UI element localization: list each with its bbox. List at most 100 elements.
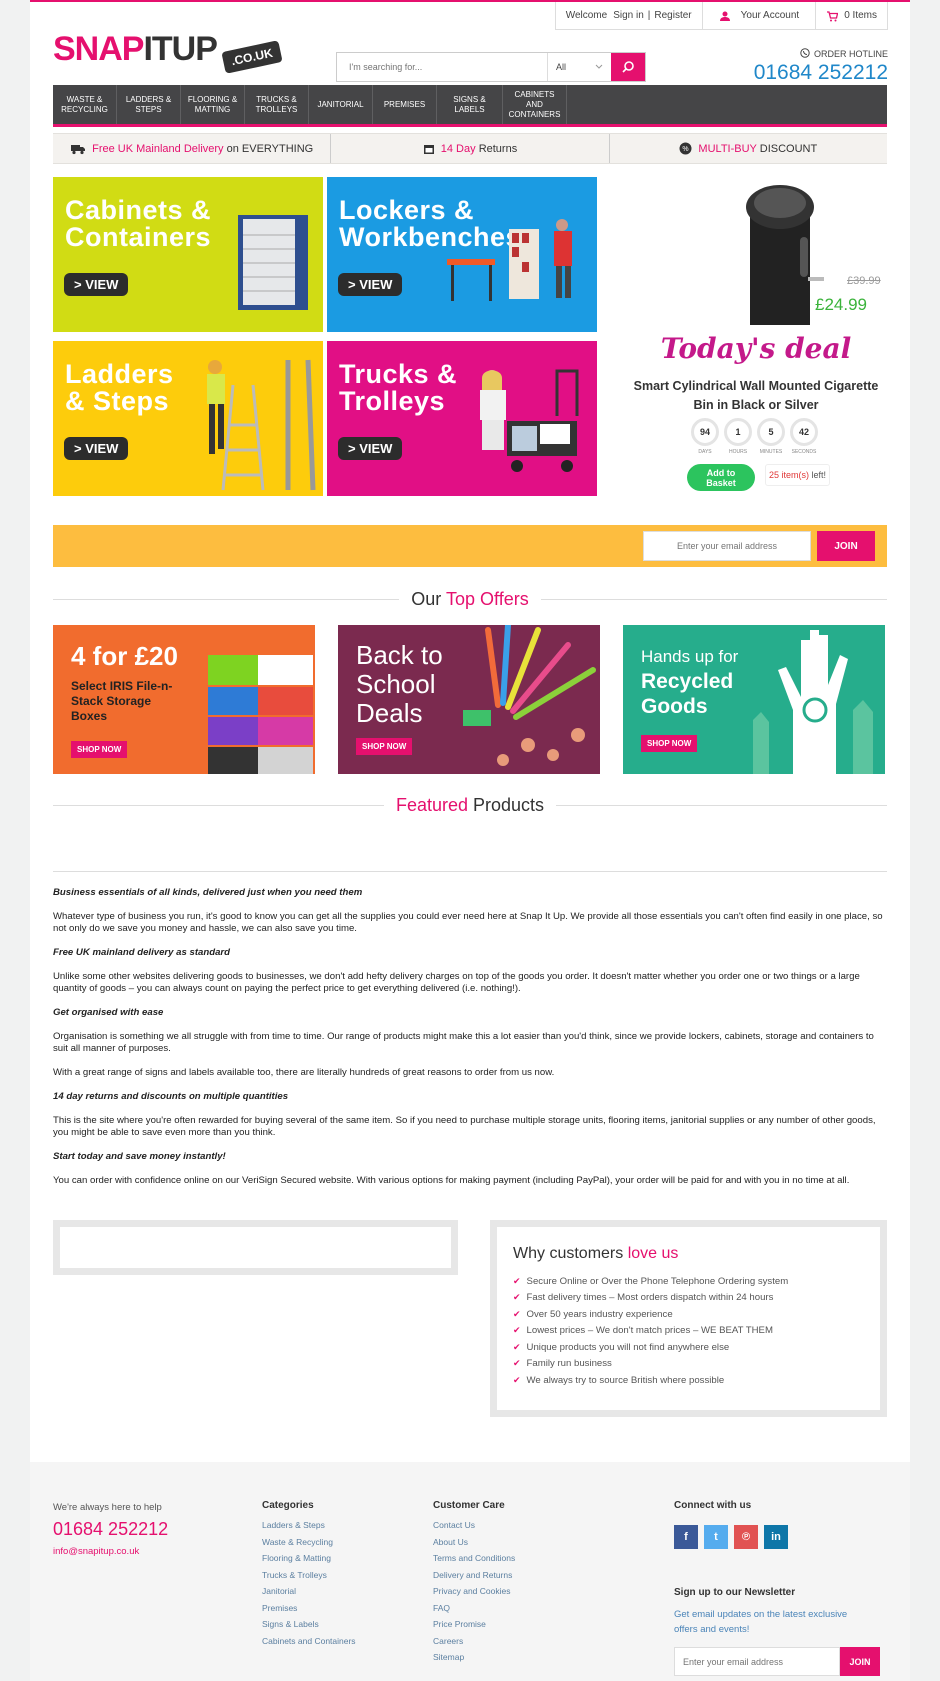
footer-link[interactable]: About Us [433, 1537, 515, 1554]
offer-recycled-goods[interactable]: Hands up for Recycled Goods SHOP NOW [623, 625, 885, 774]
signup-text-line2: offers and events! [674, 1624, 750, 1635]
category-tile-lockers[interactable]: Lockers & Workbenches > VIEW [327, 177, 597, 332]
footer-phone[interactable]: 01684 252212 [53, 1519, 168, 1540]
cabinet-image [238, 215, 308, 310]
newsletter-email-input[interactable] [643, 531, 811, 561]
nav-item-ladders-steps[interactable]: LADDERS & STEPS [117, 85, 181, 124]
category-tile-ladders[interactable]: Ladders & Steps > VIEW [53, 341, 323, 496]
footer-link[interactable]: Waste & Recycling [262, 1537, 356, 1554]
footer-link[interactable]: Ladders & Steps [262, 1520, 356, 1537]
nav-item-cabinets-containers[interactable]: CABINETS AND CONTAINERS [503, 85, 567, 124]
footer-email-input[interactable] [674, 1647, 840, 1676]
countdown-label: SECONDS [791, 449, 817, 455]
register-link[interactable]: Register [654, 10, 691, 21]
deal-countdown: 94 DAYS 1 HOURS 5 MINUTES 42 SECONDS [691, 418, 818, 455]
list-item: ✔ Over 50 years industry experience [513, 1306, 864, 1323]
why-item-text: Lowest prices – We don't match prices – … [526, 1325, 773, 1337]
category-tile-cabinets[interactable]: Cabinets & Containers > VIEW [53, 177, 323, 332]
offer-back-to-school[interactable]: Back to School Deals SHOP NOW [338, 625, 600, 774]
add-label-line2: Basket [706, 478, 736, 488]
shop-now-button[interactable]: SHOP NOW [356, 738, 413, 755]
countdown-seconds: 42 [790, 418, 818, 446]
view-button[interactable]: > VIEW [64, 273, 129, 296]
footer-link[interactable]: FAQ [433, 1603, 515, 1620]
search-button[interactable] [611, 53, 645, 81]
logo-text-itup: ITUP [143, 30, 217, 68]
search-category-select[interactable]: All [547, 53, 611, 81]
add-to-basket-button[interactable]: Add to Basket [687, 464, 755, 491]
view-button[interactable]: > VIEW [338, 273, 403, 296]
why-item-text: Unique products you will not find anywhe… [526, 1341, 730, 1353]
search-bar: All [336, 52, 646, 82]
nav-item-signs-labels[interactable]: SIGNS & LABELS [437, 85, 503, 124]
nav-label: PREMISES [383, 99, 426, 109]
list-item: ✔ Family run business [513, 1356, 864, 1373]
category-tile-trucks[interactable]: Trucks & Trolleys > VIEW [327, 341, 597, 496]
your-account-link[interactable]: Your Account [701, 2, 816, 30]
nav-label-line2: CONTAINERS [508, 109, 561, 119]
footer-link[interactable]: Delivery and Returns [433, 1570, 515, 1587]
footer-link[interactable]: Premises [262, 1603, 356, 1620]
footer-link[interactable]: Flooring & Matting [262, 1553, 356, 1570]
hotline-number[interactable]: 01684 252212 [754, 61, 888, 85]
nav-item-janitorial[interactable]: JANITORIAL [309, 85, 373, 124]
nav-label-line1: FLOORING & [187, 94, 238, 104]
shop-now-button[interactable]: SHOP NOW [641, 735, 698, 752]
footer-signup-form: JOIN [674, 1647, 880, 1676]
footer-link[interactable]: Sitemap [433, 1652, 515, 1669]
order-hotline: ORDER HOTLINE 01684 252212 [754, 48, 888, 85]
footer-link[interactable]: Cabinets and Containers [262, 1636, 356, 1653]
todays-deal: £39.99 £24.99 Today's deal Smart Cylindr… [625, 177, 887, 502]
facebook-icon[interactable]: f [674, 1525, 698, 1549]
copy-paragraph: You can order with confidence online on … [53, 1175, 850, 1186]
footer-join-button[interactable]: JOIN [840, 1647, 880, 1676]
heading-word: Products [473, 794, 545, 815]
check-icon: ✔ [513, 1341, 521, 1352]
seo-copy: Business essentials of all kinds, delive… [53, 887, 887, 1199]
nav-item-trucks-trolleys[interactable]: TRUCKS & TROLLEYS [245, 85, 309, 124]
footer-email[interactable]: info@snapitup.co.uk [53, 1546, 168, 1557]
footer-link[interactable]: Janitorial [262, 1586, 356, 1603]
view-button[interactable]: > VIEW [338, 437, 403, 460]
nav-item-waste-recycling[interactable]: WASTE & RECYCLING [53, 85, 117, 124]
footer-link[interactable]: Trucks & Trolleys [262, 1570, 356, 1587]
check-icon: ✔ [513, 1358, 521, 1369]
twitter-icon[interactable]: t [704, 1525, 728, 1549]
footer-link[interactable]: Price Promise [433, 1619, 515, 1636]
sign-in-link[interactable]: Sign in [613, 10, 644, 21]
footer-link[interactable]: Contact Us [433, 1520, 515, 1537]
usp-delivery-text: on EVERYTHING [226, 142, 314, 155]
offer-storage-boxes[interactable]: 4 for £20 Select IRIS File-n- Stack Stora… [53, 625, 315, 774]
hotline-label: ORDER HOTLINE [813, 49, 888, 59]
site-logo[interactable]: SNAPITUP .CO.UK [53, 30, 283, 82]
linkedin-icon[interactable]: in [764, 1525, 788, 1549]
your-account-label: Your Account [740, 10, 800, 21]
search-input[interactable] [337, 53, 547, 81]
footer-link[interactable]: Terms and Conditions [433, 1553, 515, 1570]
nav-item-premises[interactable]: PREMISES [373, 85, 437, 124]
footer-link[interactable]: Privacy and Cookies [433, 1586, 515, 1603]
tile-title-line2: & Steps [65, 386, 170, 416]
main-nav: WASTE & RECYCLING LADDERS & STEPS FLOORING… [53, 85, 887, 127]
copy-paragraph: Unlike some other websites delivering go… [53, 971, 860, 994]
countdown-days: 94 [691, 418, 719, 446]
list-item: ✔ We always try to source British where p… [513, 1372, 864, 1389]
cart-icon [827, 10, 839, 21]
nav-item-flooring-matting[interactable]: FLOORING & MATTING [181, 85, 245, 124]
usp-bar: Free UK Mainland Delivery on EVERYTHING … [53, 133, 887, 164]
deal-old-price: £39.99 [847, 275, 881, 287]
pinterest-icon[interactable]: ℗ [734, 1525, 758, 1549]
offer-line: Back to [356, 640, 443, 670]
view-button[interactable]: > VIEW [64, 437, 129, 460]
tile-title-line1: Ladders [65, 359, 174, 389]
offer-line: Stack Storage [71, 694, 152, 708]
footer-customer-care: Customer Care Contact Us About Us Terms … [433, 1500, 515, 1669]
footer-link[interactable]: Signs & Labels [262, 1619, 356, 1636]
list-item: ✔ Unique products you will not find anywh… [513, 1339, 864, 1356]
newsletter-join-button[interactable]: JOIN [817, 531, 875, 561]
footer-link[interactable]: Careers [433, 1636, 515, 1653]
newsletter-bar: JOIN [53, 525, 887, 567]
basket-link[interactable]: 0 Items [815, 2, 888, 30]
shop-now-button[interactable]: SHOP NOW [71, 741, 128, 758]
tile-title-line2: Containers [65, 222, 212, 252]
